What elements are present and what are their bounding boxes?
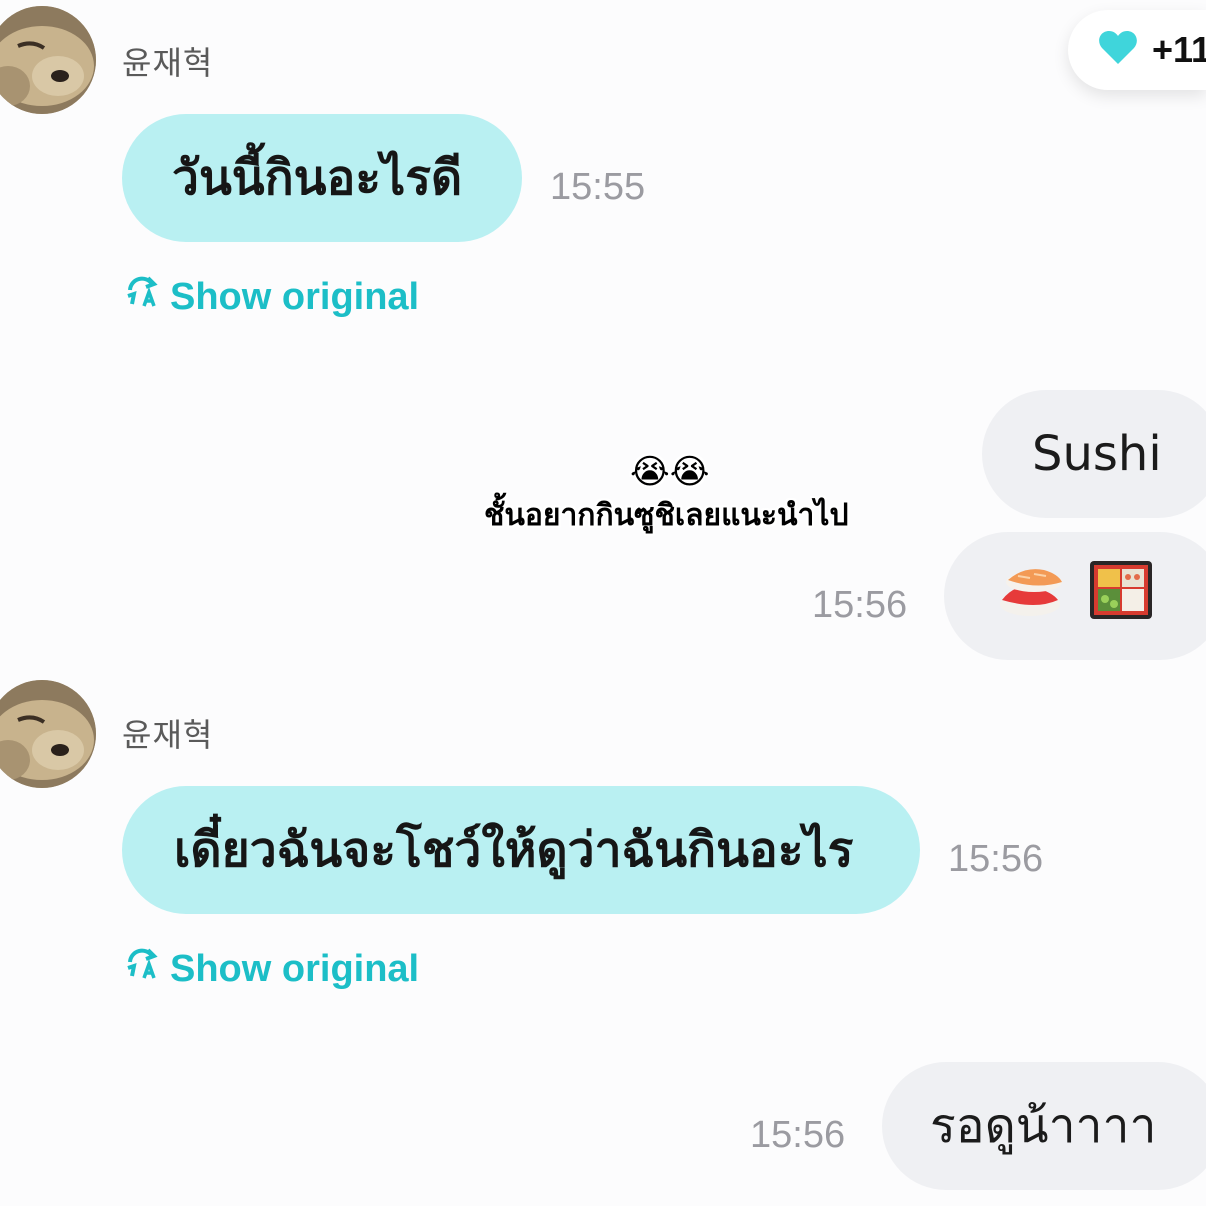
reaction-count: +11: [1152, 29, 1206, 70]
message-time: 15:56: [948, 838, 1044, 880]
message-text: รอดูน้าาาา: [930, 1098, 1157, 1154]
message-bubble[interactable]: เดี๋ยวฉันจะโชว์ให้ดูว่าฉันกินอะไร: [122, 786, 920, 914]
message-text: Sushi: [1032, 426, 1162, 482]
message-text: เดี๋ยวฉันจะโชว์ให้ดูว่าฉันกินอะไร: [174, 822, 854, 878]
heart-icon: [1098, 30, 1138, 70]
translate-icon: [124, 946, 160, 992]
message-text: วันนี้กินอะไรดี: [172, 150, 463, 206]
message-time: 15:56: [750, 1114, 846, 1156]
message-bubble[interactable]: วันนี้กินอะไรดี: [122, 114, 522, 242]
show-original-link[interactable]: Show original: [124, 274, 419, 320]
message-time: 15:56: [812, 584, 908, 626]
show-original-label: Show original: [170, 947, 420, 990]
translate-icon: [124, 274, 160, 320]
avatar[interactable]: [0, 6, 96, 114]
bento-box-icon: [1088, 559, 1154, 633]
sender-name: 윤재혁: [122, 44, 214, 82]
reaction-pill[interactable]: +11: [1068, 10, 1206, 90]
sender-name: 윤재혁: [122, 716, 214, 754]
message-time: 15:55: [550, 166, 646, 208]
show-original-link[interactable]: Show original: [124, 946, 419, 992]
avatar[interactable]: [0, 680, 96, 788]
sushi-icon: [996, 560, 1066, 632]
caption-emoji: 😭😭: [630, 452, 710, 492]
message-bubble-outgoing[interactable]: Sushi: [982, 390, 1206, 518]
message-bubble-outgoing[interactable]: รอดูน้าาาา: [882, 1062, 1206, 1190]
show-original-label: Show original: [170, 275, 420, 318]
caption-text: ชั้นอยากกินซูชิเลยแนะนำไป: [484, 498, 849, 533]
message-bubble-outgoing[interactable]: [944, 532, 1206, 660]
